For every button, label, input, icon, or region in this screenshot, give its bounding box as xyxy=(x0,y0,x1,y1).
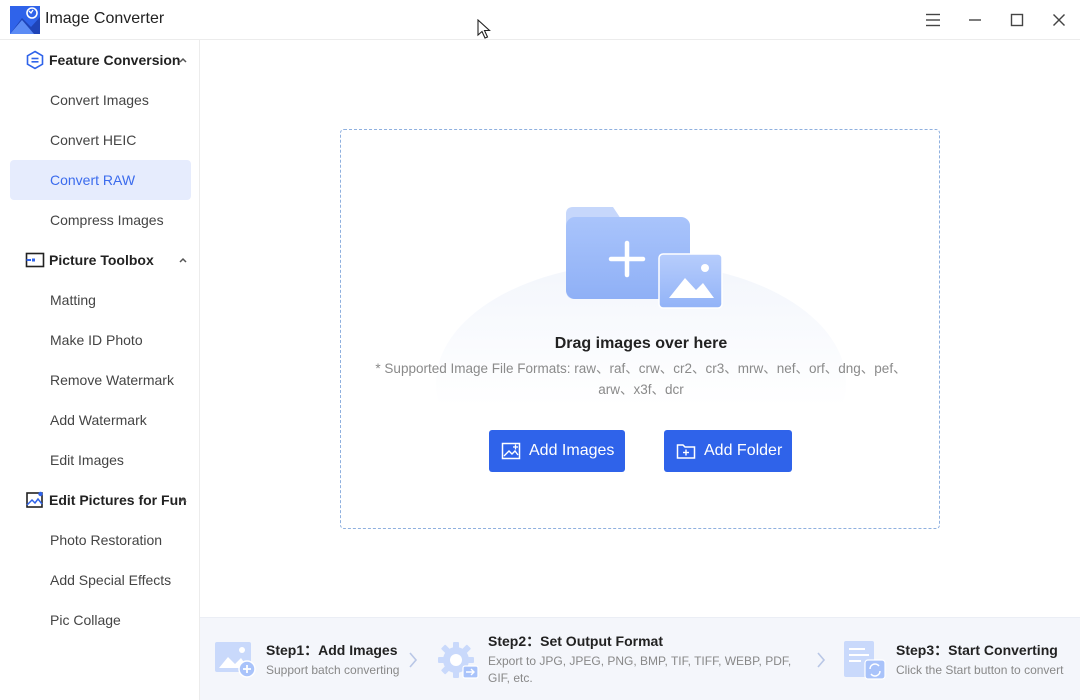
chevron-up-icon xyxy=(179,257,187,263)
sidebar-item-make-id-photo[interactable]: Make ID Photo xyxy=(10,320,191,360)
add-folder-label: Add Folder xyxy=(704,442,783,459)
app-title: Image Converter xyxy=(45,10,165,27)
step3-title: Step3：Start Converting xyxy=(896,642,1058,658)
sidebar-item-label: Photo Restoration xyxy=(50,532,163,548)
settings-gear-icon xyxy=(438,642,479,679)
step1-desc: Support batch converting xyxy=(266,663,400,677)
sidebar-item-photo-restoration[interactable]: Photo Restoration xyxy=(10,520,191,560)
sidebar-item-label: Compress Images xyxy=(50,212,164,228)
sidebar-item-edit-images[interactable]: Edit Images xyxy=(10,440,191,480)
sidebar-item-label: Add Special Effects xyxy=(50,572,172,588)
chevron-right-icon xyxy=(817,652,826,668)
add-folder-button[interactable]: Add Folder xyxy=(664,430,792,472)
minimize-button[interactable] xyxy=(963,8,987,32)
supported-formats-line: arw、x3f、dcr xyxy=(598,382,684,397)
sidebar-item-label: Edit Images xyxy=(50,452,124,468)
feature-conversion-icon xyxy=(26,50,44,70)
sidebar-item-label: Pic Collage xyxy=(50,612,121,628)
add-images-label: Add Images xyxy=(529,442,615,459)
sidebar-item-compress-images[interactable]: Compress Images xyxy=(10,200,191,240)
maximize-button[interactable] xyxy=(1005,8,1029,32)
supported-formats-line: * Supported Image File Formats: raw、raf、… xyxy=(375,361,907,376)
picture-toolbox-icon xyxy=(25,252,45,268)
sidebar-item-add-watermark[interactable]: Add Watermark xyxy=(10,400,191,440)
sidebar-item-pic-collage[interactable]: Pic Collage xyxy=(10,600,191,640)
title-bar: Image Converter xyxy=(0,0,1080,40)
sidebar-group-edit-pictures-for-fun[interactable]: Edit Pictures for Fun xyxy=(0,480,200,520)
sidebar-group-feature-conversion[interactable]: Feature Conversion xyxy=(0,40,200,80)
step2-title: Step2：Set Output Format xyxy=(488,633,664,649)
sidebar-item-label: Remove Watermark xyxy=(50,372,174,388)
add-folder-icon xyxy=(676,444,696,459)
app-logo-icon xyxy=(10,6,40,34)
supported-formats: * Supported Image File Formats: raw、raf、… xyxy=(361,358,921,400)
steps-bar: Step1：Add Images Support batch convertin… xyxy=(200,617,1080,700)
drag-title: Drag images over here xyxy=(554,335,728,352)
sidebar-item-label: Make ID Photo xyxy=(50,332,143,348)
sidebar-item-label: Add Watermark xyxy=(50,412,147,428)
sidebar: Feature Conversion Convert Images Conver… xyxy=(0,40,200,700)
minimize-icon xyxy=(969,19,981,21)
add-image-icon xyxy=(501,442,521,460)
sidebar-item-label: Matting xyxy=(50,292,96,308)
sidebar-item-convert-heic[interactable]: Convert HEIC xyxy=(10,120,191,160)
sidebar-group-label: Feature Conversion xyxy=(49,52,181,68)
close-icon xyxy=(1053,14,1065,26)
maximize-icon xyxy=(1010,13,1024,27)
sidebar-group-label: Edit Pictures for Fun xyxy=(49,492,187,508)
sidebar-item-label: Convert HEIC xyxy=(50,132,137,148)
folder-add-image-icon xyxy=(566,207,723,309)
mouse-cursor-icon xyxy=(477,19,491,39)
edit-pictures-icon xyxy=(26,491,43,508)
sidebar-group-picture-toolbox[interactable]: Picture Toolbox xyxy=(0,240,200,280)
add-images-step-icon xyxy=(215,642,256,678)
hamburger-menu-icon xyxy=(926,13,940,27)
sidebar-item-remove-watermark[interactable]: Remove Watermark xyxy=(10,360,191,400)
menu-button[interactable] xyxy=(921,8,945,32)
close-button[interactable] xyxy=(1047,8,1071,32)
sidebar-item-convert-raw[interactable]: Convert RAW xyxy=(10,160,191,200)
drop-zone[interactable]: Drag images over here * Supported Image … xyxy=(340,129,940,529)
sidebar-item-matting[interactable]: Matting xyxy=(10,280,191,320)
step2-desc: Export to JPG, JPEG, PNG, BMP, TIF, TIFF… xyxy=(488,654,792,685)
sidebar-item-convert-images[interactable]: Convert Images xyxy=(10,80,191,120)
chevron-right-icon xyxy=(409,652,418,668)
sidebar-item-label: Convert Images xyxy=(50,92,149,108)
sidebar-item-add-special-effects[interactable]: Add Special Effects xyxy=(10,560,191,600)
start-converting-icon xyxy=(844,641,886,680)
step3-desc: Click the Start button to convert xyxy=(896,663,1064,677)
sidebar-group-label: Picture Toolbox xyxy=(49,252,154,268)
add-images-button[interactable]: Add Images xyxy=(489,430,625,472)
chevron-up-icon xyxy=(179,57,187,63)
sidebar-item-label: Convert RAW xyxy=(50,172,136,188)
step1-title: Step1：Add Images xyxy=(266,642,398,658)
chevron-up-icon xyxy=(179,497,187,503)
